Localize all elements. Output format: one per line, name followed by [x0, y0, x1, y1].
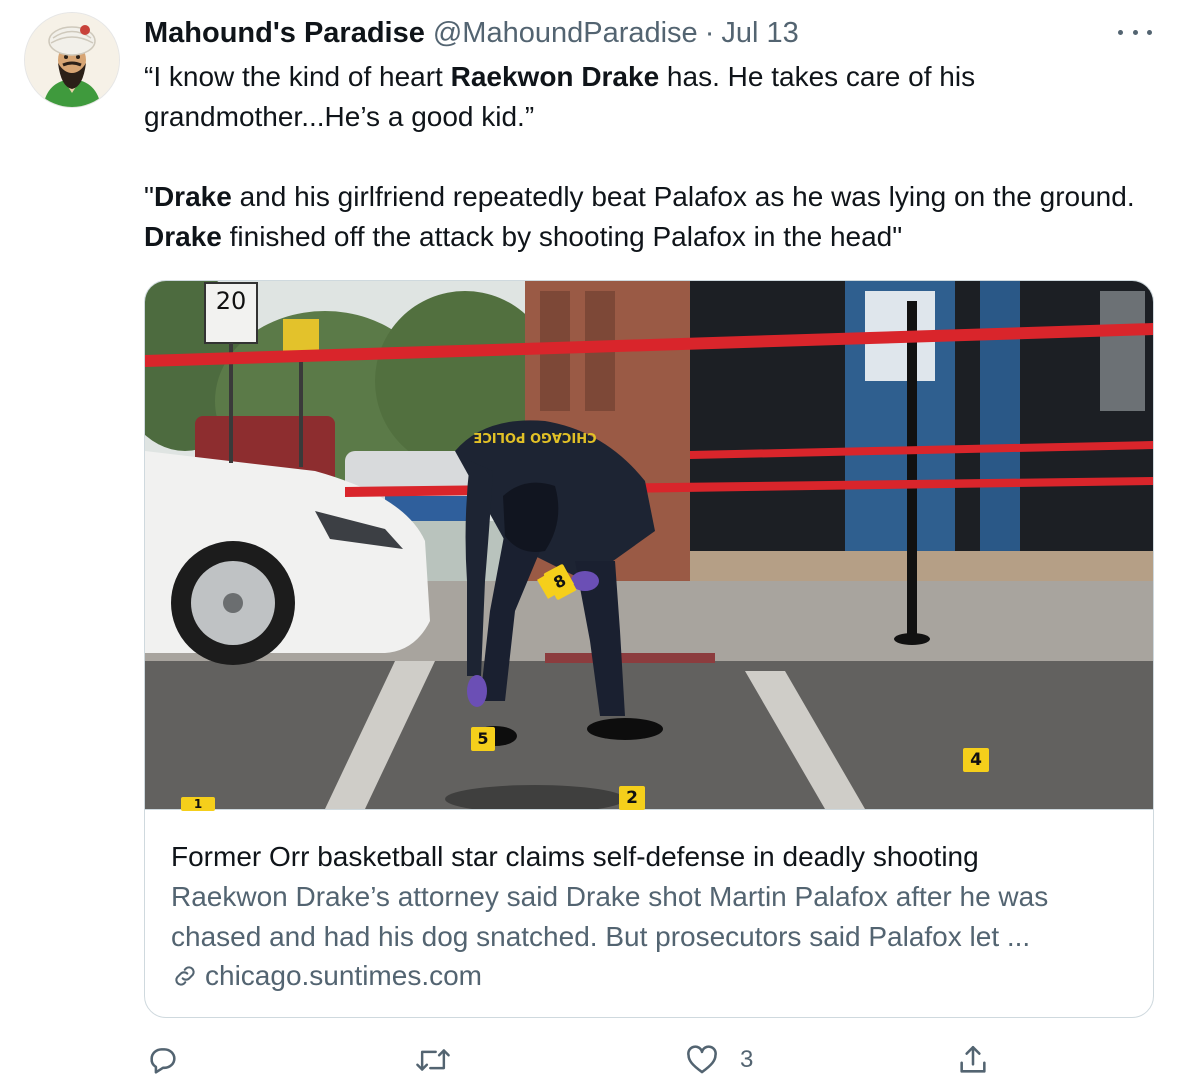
- link-icon: [175, 966, 195, 986]
- evidence-marker-label: 2: [626, 788, 638, 808]
- text-bold-segment: Drake: [144, 221, 222, 252]
- evidence-marker: 1: [181, 797, 215, 811]
- text-bold-segment: Raekwon Drake: [450, 61, 660, 92]
- author-handle[interactable]: @MahoundParadise: [433, 17, 698, 50]
- separator-dot: ·: [704, 16, 715, 49]
- evidence-marker-label: 4: [970, 750, 982, 770]
- retweet-button[interactable]: [414, 1042, 472, 1078]
- text-segment: finished off the attack by shooting Pala…: [221, 221, 903, 252]
- heart-icon: [687, 1045, 717, 1074]
- card-domain: chicago.suntimes.com: [171, 957, 1141, 995]
- evidence-marker: 4: [963, 748, 989, 772]
- card-description: Raekwon Drake’s attorney said Drake shot…: [171, 881, 1049, 952]
- link-card[interactable]: 20 CHICAGO POLICE 1 2 4 5 8 Former Orr b…: [144, 280, 1154, 1018]
- action-bar: 3: [144, 1038, 1154, 1084]
- share-button[interactable]: [956, 1042, 990, 1078]
- like-button[interactable]: 3: [684, 1042, 753, 1078]
- text-segment: and his girlfriend repeatedly beat Palaf…: [231, 181, 1135, 212]
- text-segment: “I know the kind of heart: [144, 61, 451, 92]
- jacket-text: CHICAGO POLICE: [473, 429, 596, 444]
- tweet-text: “I know the kind of heart Raekwon Drake …: [144, 57, 1154, 257]
- crime-scene-photo: 20 CHICAGO POLICE: [145, 281, 1153, 809]
- avatar-illustration: [25, 13, 119, 107]
- card-domain-text: chicago.suntimes.com: [205, 960, 483, 991]
- reply-icon: [150, 1048, 176, 1074]
- text-segment: ": [144, 181, 154, 212]
- tweet-paragraph: "Drake and his girlfriend repeatedly bea…: [144, 177, 1154, 257]
- speed-sign-text: 20: [216, 287, 247, 315]
- card-body: Former Orr basketball star claims self-d…: [171, 837, 1141, 995]
- tweet-header: Mahound's Paradise @MahoundParadise · Ju…: [144, 14, 799, 52]
- retweet-icon: [416, 1049, 450, 1071]
- text-bold-segment: Drake: [153, 181, 232, 212]
- author-name[interactable]: Mahound's Paradise: [144, 17, 425, 50]
- tweet-paragraph: “I know the kind of heart Raekwon Drake …: [144, 57, 1154, 137]
- evidence-marker-label: 1: [193, 797, 203, 811]
- evidence-marker-label: 5: [477, 729, 489, 748]
- tweet-date[interactable]: Jul 13: [721, 17, 798, 50]
- avatar[interactable]: [24, 12, 120, 108]
- like-count: 3: [740, 1046, 754, 1073]
- card-title: Former Orr basketball star claims self-d…: [171, 841, 979, 872]
- share-icon: [960, 1045, 986, 1073]
- evidence-marker: 2: [619, 786, 645, 810]
- reply-button[interactable]: [146, 1042, 200, 1078]
- evidence-marker: 5: [471, 727, 495, 751]
- card-image[interactable]: 20 CHICAGO POLICE 1 2 4 5 8: [145, 281, 1153, 811]
- more-dots-icon[interactable]: [1118, 22, 1152, 42]
